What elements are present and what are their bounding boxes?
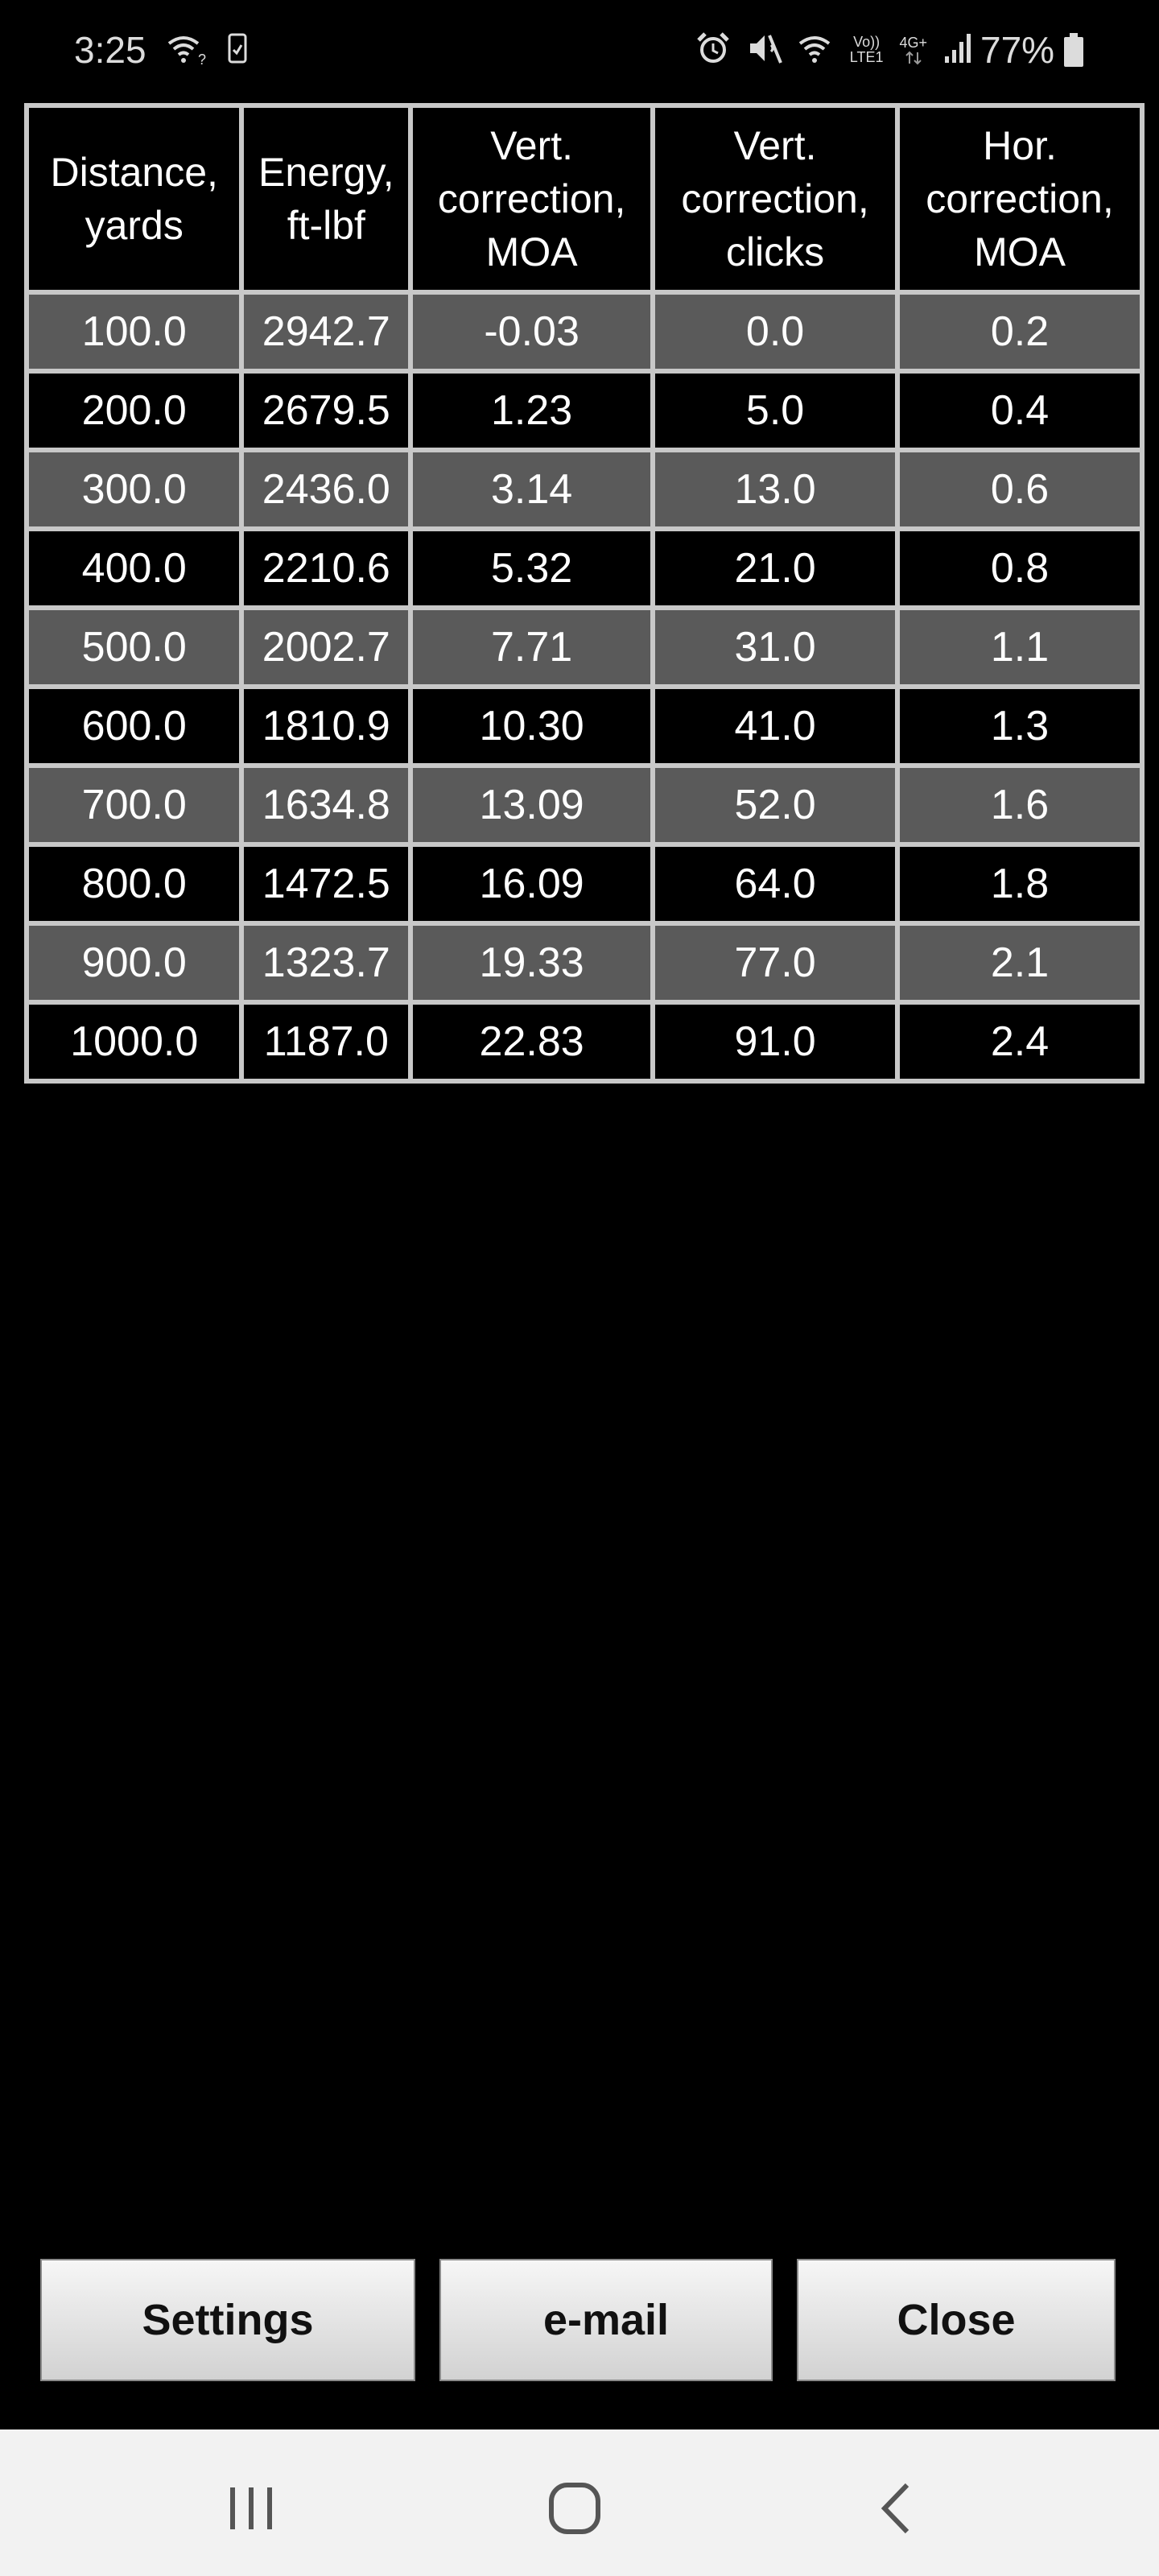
table-row: 800.0 1472.5 16.09 64.0 1.8	[29, 847, 1140, 921]
email-button[interactable]: e-mail	[439, 2259, 773, 2381]
table-row: 200.0 2679.5 1.23 5.0 0.4	[29, 374, 1140, 448]
cell-energy: 1187.0	[244, 1005, 409, 1079]
cell-vert-clicks: 41.0	[655, 689, 896, 763]
cell-vert-moa: 13.09	[413, 768, 651, 842]
table-row: 400.0 2210.6 5.32 21.0 0.8	[29, 531, 1140, 605]
status-bar: 3:25 ? Vo)) LTE1 4G+ 77%	[0, 0, 1159, 100]
status-time: 3:25	[74, 29, 146, 71]
cell-energy: 2436.0	[244, 452, 409, 526]
cell-hor-moa: 1.6	[900, 768, 1140, 842]
table-header-row: Distance, yards Energy, ft-lbf Vert. cor…	[29, 108, 1140, 290]
table-row: 300.0 2436.0 3.14 13.0 0.6	[29, 452, 1140, 526]
ballistics-table: Distance, yards Energy, ft-lbf Vert. cor…	[24, 103, 1145, 1084]
alarm-icon	[695, 31, 731, 70]
cell-vert-clicks: 21.0	[655, 531, 896, 605]
cell-vert-moa: -0.03	[413, 295, 651, 369]
cell-energy: 1323.7	[244, 926, 409, 1000]
cell-energy: 2679.5	[244, 374, 409, 448]
header-vert-correction-clicks: Vert. correction, clicks	[655, 108, 896, 290]
cell-hor-moa: 0.4	[900, 374, 1140, 448]
ballistics-table-container: Distance, yards Energy, ft-lbf Vert. cor…	[24, 103, 1145, 1084]
svg-text:?: ?	[198, 52, 206, 66]
app-screen: 3:25 ? Vo)) LTE1 4G+ 77% Distance, yards…	[0, 0, 1159, 2576]
home-button[interactable]	[534, 2470, 615, 2550]
cell-vert-clicks: 77.0	[655, 926, 896, 1000]
recents-button[interactable]	[211, 2470, 291, 2550]
volte-icon: Vo)) LTE1	[850, 35, 884, 65]
battery-percent: 77%	[980, 29, 1055, 71]
header-distance: Distance, yards	[29, 108, 240, 290]
cell-distance: 900.0	[29, 926, 240, 1000]
status-right-icons: Vo)) LTE1 4G+	[695, 29, 974, 71]
screenshot-phone-icon	[227, 32, 248, 68]
cell-vert-clicks: 52.0	[655, 768, 896, 842]
cell-distance: 100.0	[29, 295, 240, 369]
cell-energy: 2942.7	[244, 295, 409, 369]
mute-icon	[747, 31, 782, 70]
cell-vert-clicks: 91.0	[655, 1005, 896, 1079]
cell-vert-moa: 5.32	[413, 531, 651, 605]
cell-vert-moa: 10.30	[413, 689, 651, 763]
cell-distance: 600.0	[29, 689, 240, 763]
cell-energy: 2210.6	[244, 531, 409, 605]
cell-vert-moa: 1.23	[413, 374, 651, 448]
cell-distance: 200.0	[29, 374, 240, 448]
home-icon	[547, 2480, 603, 2541]
cell-hor-moa: 1.1	[900, 610, 1140, 684]
network-label: 4G+	[899, 34, 927, 51]
close-button[interactable]: Close	[797, 2259, 1116, 2381]
cell-energy: 1634.8	[244, 768, 409, 842]
cell-energy: 1472.5	[244, 847, 409, 921]
cell-hor-moa: 0.8	[900, 531, 1140, 605]
signal-icon	[943, 32, 974, 68]
cell-vert-moa: 3.14	[413, 452, 651, 526]
cell-vert-clicks: 5.0	[655, 374, 896, 448]
cell-hor-moa: 2.1	[900, 926, 1140, 1000]
volte-label-bottom: LTE1	[849, 49, 884, 65]
cell-hor-moa: 0.6	[900, 452, 1140, 526]
cell-distance: 700.0	[29, 768, 240, 842]
4g-plus-icon: 4G+	[899, 35, 927, 65]
battery-icon	[1062, 32, 1085, 72]
cell-vert-moa: 22.83	[413, 1005, 651, 1079]
recents-icon	[225, 2484, 277, 2537]
header-hor-correction-moa: Hor. correction, MOA	[900, 108, 1140, 290]
table-row: 100.0 2942.7 -0.03 0.0 0.2	[29, 295, 1140, 369]
table-row: 700.0 1634.8 13.09 52.0 1.6	[29, 768, 1140, 842]
cell-vert-clicks: 13.0	[655, 452, 896, 526]
cell-distance: 500.0	[29, 610, 240, 684]
cell-hor-moa: 1.8	[900, 847, 1140, 921]
settings-button[interactable]: Settings	[40, 2259, 415, 2381]
cell-energy: 1810.9	[244, 689, 409, 763]
cell-hor-moa: 0.2	[900, 295, 1140, 369]
cell-distance: 400.0	[29, 531, 240, 605]
cell-hor-moa: 1.3	[900, 689, 1140, 763]
table-row: 500.0 2002.7 7.71 31.0 1.1	[29, 610, 1140, 684]
back-icon	[876, 2482, 917, 2539]
wifi-question-icon: ?	[166, 31, 206, 70]
table-row: 900.0 1323.7 19.33 77.0 2.1	[29, 926, 1140, 1000]
cell-distance: 300.0	[29, 452, 240, 526]
volte-label-top: Vo))	[853, 34, 881, 50]
navigation-bar	[0, 2429, 1159, 2576]
back-button[interactable]	[856, 2470, 937, 2550]
cell-energy: 2002.7	[244, 610, 409, 684]
table-row: 1000.0 1187.0 22.83 91.0 2.4	[29, 1005, 1140, 1079]
cell-vert-moa: 19.33	[413, 926, 651, 1000]
cell-distance: 1000.0	[29, 1005, 240, 1079]
cell-vert-clicks: 0.0	[655, 295, 896, 369]
cell-vert-clicks: 64.0	[655, 847, 896, 921]
cell-vert-moa: 7.71	[413, 610, 651, 684]
cell-vert-moa: 16.09	[413, 847, 651, 921]
status-left-icons: ?	[166, 29, 248, 71]
cell-distance: 800.0	[29, 847, 240, 921]
cell-hor-moa: 2.4	[900, 1005, 1140, 1079]
table-row: 600.0 1810.9 10.30 41.0 1.3	[29, 689, 1140, 763]
cell-vert-clicks: 31.0	[655, 610, 896, 684]
header-vert-correction-moa: Vert. correction, MOA	[413, 108, 651, 290]
wifi-calling-icon	[798, 31, 834, 70]
header-energy: Energy, ft-lbf	[244, 108, 409, 290]
